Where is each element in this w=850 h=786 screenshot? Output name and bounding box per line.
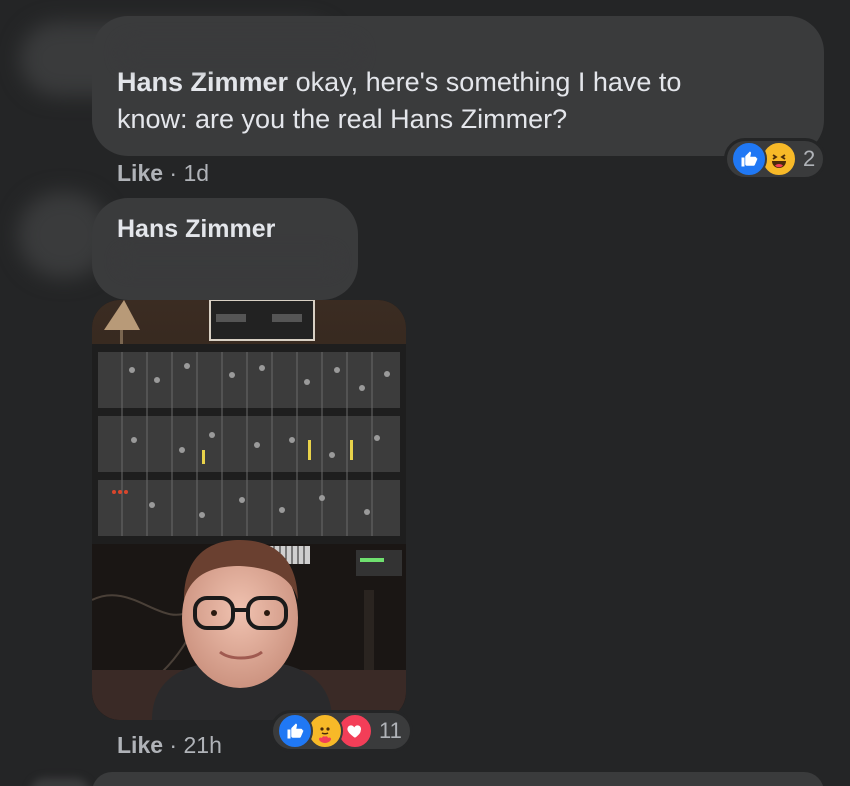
separator: · xyxy=(169,160,178,186)
comment-text: know: are you the real Hans Zimmer? xyxy=(117,104,568,134)
reactions-summary[interactable]: 11 xyxy=(270,710,413,752)
like-icon xyxy=(277,713,313,749)
comments-thread: Hans Zimmer okay, here's something I hav… xyxy=(0,0,850,786)
comment-author-link[interactable]: Hans Zimmer xyxy=(117,67,288,97)
comment-bubble xyxy=(92,772,824,786)
comment-text: okay, here's something I have to xyxy=(295,67,682,97)
reaction-count: 11 xyxy=(379,718,402,743)
comment-body: Hans Zimmer okay, here's something I hav… xyxy=(117,64,817,138)
separator: · xyxy=(169,732,178,758)
comment-actions: Like · 1d xyxy=(117,160,209,187)
timestamp[interactable]: 21h xyxy=(183,732,221,758)
blurred-redaction xyxy=(118,250,338,272)
comment-actions: Like · 21h xyxy=(117,732,222,759)
blurred-redaction xyxy=(120,40,360,66)
blurred-avatar xyxy=(30,778,90,786)
photo-image xyxy=(92,300,406,720)
reactions-summary[interactable]: 2 xyxy=(724,138,827,180)
like-button[interactable]: Like xyxy=(117,732,163,758)
comment-author-link[interactable]: Hans Zimmer xyxy=(117,215,275,243)
comment-body: Hans Zimmer xyxy=(117,211,275,248)
reaction-count: 2 xyxy=(803,146,816,171)
comment-photo[interactable] xyxy=(92,300,406,720)
timestamp[interactable]: 1d xyxy=(183,160,209,186)
like-icon xyxy=(731,141,767,177)
like-button[interactable]: Like xyxy=(117,160,163,186)
